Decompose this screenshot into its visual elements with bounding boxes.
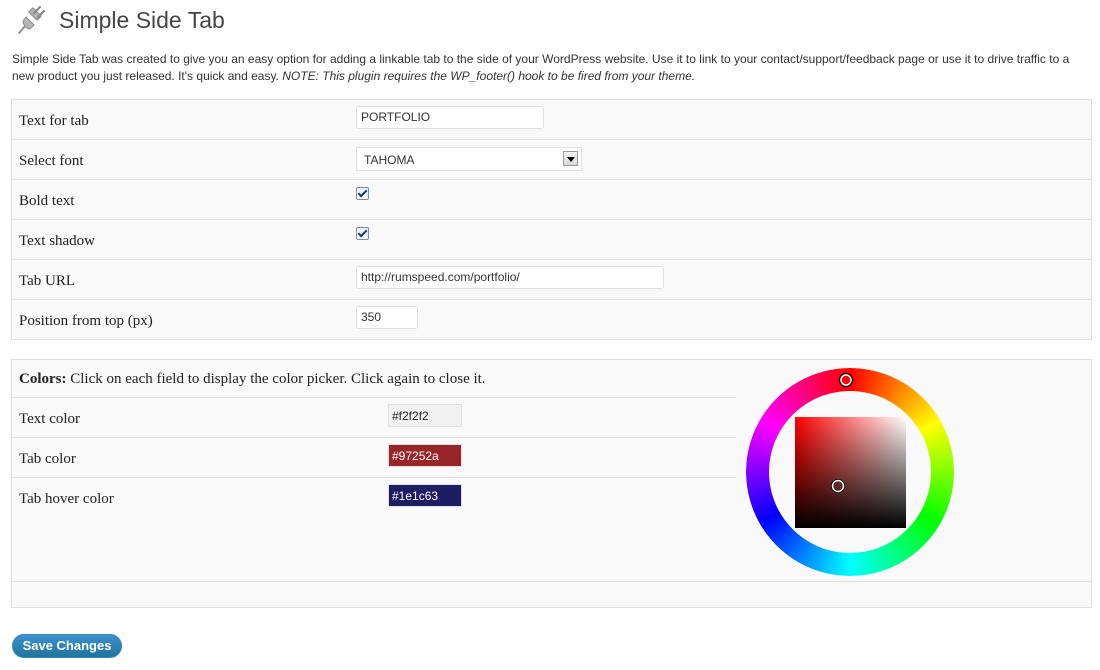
row-tab-hover-color: Tab hover color #1e1c63: [12, 477, 736, 517]
tab-hover-color-label: Tab hover color: [19, 491, 114, 507]
row-select-font: Select font TAHOMA: [12, 140, 1091, 180]
settings-panel: Text for tab PORTFOLIO Select font TAHOM…: [11, 99, 1092, 340]
tab-color-label: Tab color: [19, 451, 76, 467]
plugin-description: Simple Side Tab was created to give you …: [12, 51, 1092, 85]
save-changes-button[interactable]: Save Changes: [12, 634, 122, 658]
row-text-shadow: Text shadow: [12, 220, 1091, 260]
bold-text-label: Bold text: [19, 193, 75, 209]
tab-url-label: Tab URL: [19, 273, 76, 289]
text-color-label: Text color: [19, 411, 81, 427]
row-text-for-tab: Text for tab PORTFOLIO: [12, 100, 1091, 140]
colors-heading-text: Click on each field to display the color…: [70, 371, 486, 387]
row-bold-text: Bold text: [12, 180, 1091, 220]
plugin-plug-icon: [17, 5, 46, 35]
select-font-label: Select font: [19, 153, 84, 169]
text-for-tab-label: Text for tab: [19, 113, 89, 129]
page-title: Simple Side Tab: [59, 6, 225, 33]
position-from-top-input[interactable]: 350: [356, 306, 418, 329]
position-from-top-label: Position from top (px): [19, 313, 153, 329]
tab-color-input[interactable]: #97252a: [388, 444, 462, 467]
text-color-input[interactable]: #f2f2f2: [388, 404, 462, 427]
tab-url-input[interactable]: http://rumspeed.com/portfolio/: [356, 266, 664, 289]
row-tab-color: Tab color #97252a: [12, 437, 736, 477]
row-text-color: Text color #f2f2f2: [12, 397, 736, 437]
page-header: Simple Side Tab: [14, 2, 225, 38]
text-for-tab-input[interactable]: PORTFOLIO: [356, 106, 544, 129]
color-picker-wheel[interactable]: [746, 368, 954, 576]
colors-heading-label: Colors:: [19, 371, 67, 387]
font-select-value: TAHOMA: [364, 153, 415, 167]
chevron-down-icon[interactable]: [563, 151, 578, 166]
bold-text-checkbox[interactable]: [356, 187, 369, 200]
text-shadow-label: Text shadow: [19, 233, 96, 249]
row-position-from-top: Position from top (px) 350: [12, 300, 1091, 340]
colors-panel-footer: [12, 581, 1091, 582]
font-select[interactable]: TAHOMA: [356, 147, 582, 171]
text-shadow-checkbox[interactable]: [356, 227, 369, 240]
colors-heading: Colors: Click on each field to display t…: [19, 371, 486, 388]
intro-note: NOTE: This plugin requires the WP_footer…: [282, 69, 696, 83]
tab-hover-color-input[interactable]: #1e1c63: [388, 484, 462, 507]
row-tab-url: Tab URL http://rumspeed.com/portfolio/: [12, 260, 1091, 300]
